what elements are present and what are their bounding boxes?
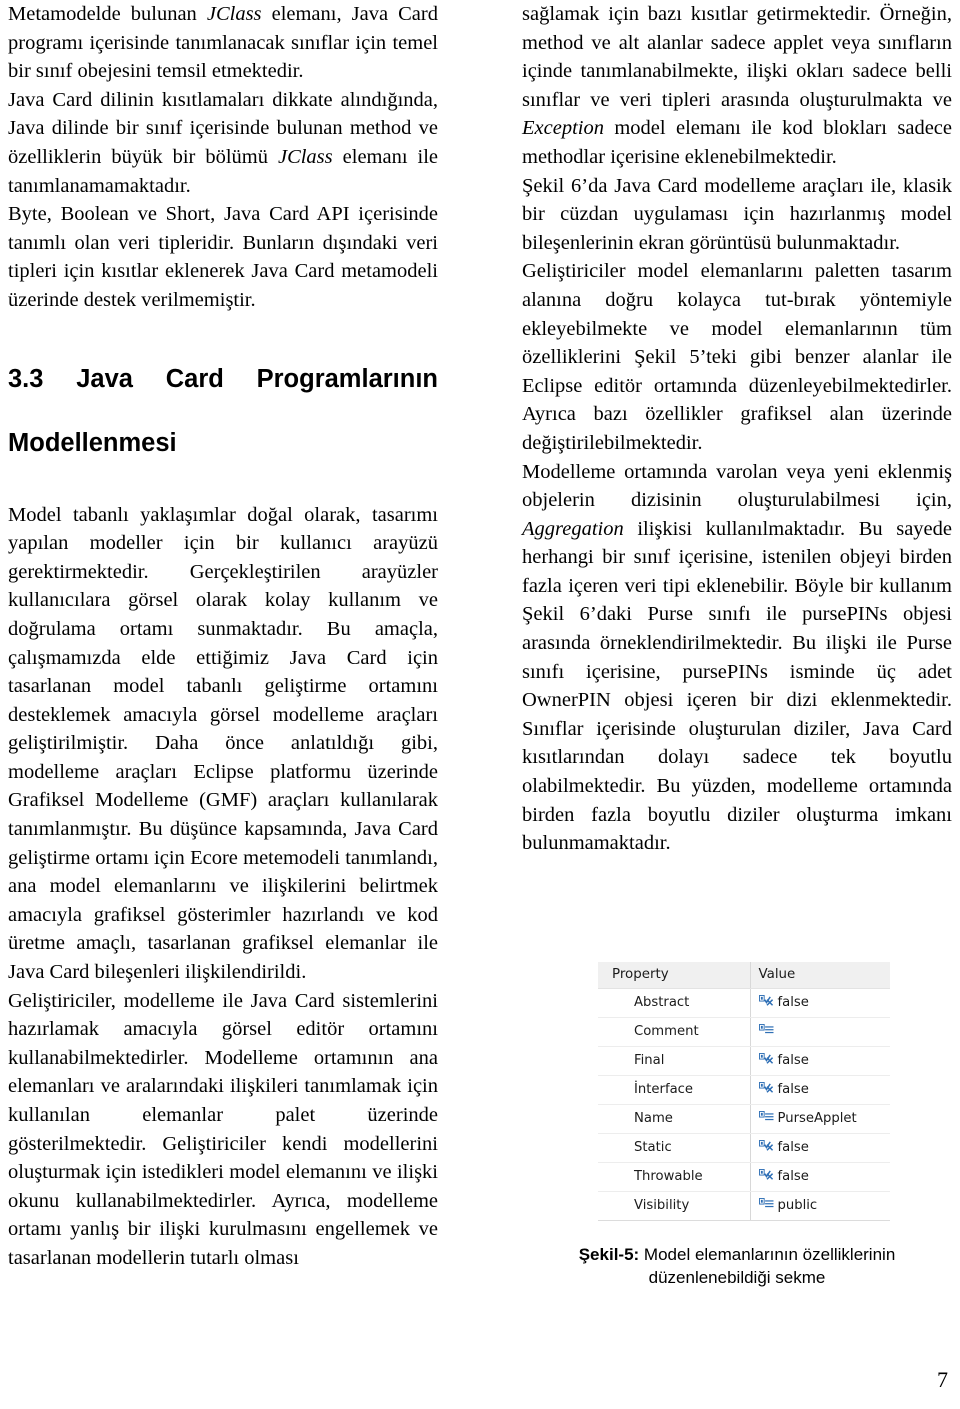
emphasis-term: Aggregation (522, 517, 624, 540)
text-property-icon (758, 1198, 774, 1212)
property-name-cell: Comment (598, 1017, 750, 1047)
text-run: Byte, Boolean ve Short, Java Card API iç… (8, 203, 438, 311)
property-table-body: Abstract false Comment Final false İnterface f… (598, 988, 890, 1221)
boolean-property-icon (758, 1082, 774, 1096)
property-row[interactable]: Static false (598, 1133, 890, 1163)
text-run: Model tabanlı yaklaşımlar doğal olarak, … (8, 503, 438, 984)
boolean-property-icon (758, 1053, 774, 1067)
property-row[interactable]: İnterface false (598, 1075, 890, 1105)
property-table: Property Value Abstract false Comment Final… (598, 962, 890, 1221)
property-name-cell: Visibility (598, 1191, 750, 1221)
column-header-property: Property (598, 962, 750, 989)
property-name-cell: Abstract (598, 988, 750, 1018)
figure-caption-text: Model elemanlarının özelliklerinin düzen… (639, 1245, 896, 1287)
text-property-icon (758, 1024, 774, 1038)
boolean-property-icon (758, 1082, 773, 1093)
text-run: Geliştiriciler model elemanlarını palett… (522, 260, 952, 454)
boolean-property-icon (758, 1053, 773, 1064)
property-value-text: false (777, 1053, 809, 1068)
text-property-icon (758, 1024, 773, 1034)
property-row[interactable]: Comment (598, 1017, 890, 1047)
property-value-cell[interactable]: false (749, 1133, 890, 1163)
section-heading-line-1: 3.3 Java Card Programlarının (8, 364, 438, 393)
property-value-text: false (777, 1082, 809, 1097)
property-value-text: false (777, 1169, 809, 1184)
left-text-column: Metamodelde bulunan JClass elemanı, Java… (8, 0, 438, 1273)
text-run: Metamodelde bulunan (8, 3, 207, 25)
right-text-column: sağlamak için bazı kısıtlar getirmektedi… (522, 0, 952, 858)
paragraph-3: Byte, Boolean ve Short, Java Card API iç… (8, 200, 438, 314)
property-name-cell: Name (598, 1104, 750, 1134)
boolean-property-icon (758, 1169, 773, 1180)
property-name-cell: Throwable (598, 1162, 750, 1192)
property-value-cell[interactable]: false (749, 1046, 890, 1076)
text-run: Modelleme ortamında varolan veya yeni ek… (522, 460, 952, 512)
property-value-cell[interactable]: public (749, 1191, 890, 1221)
paragraph-9: Modelleme ortamında varolan veya yeni ek… (522, 458, 952, 858)
property-value-text: PurseApplet (777, 1111, 857, 1126)
property-value-cell[interactable]: PurseApplet (749, 1104, 890, 1134)
property-row[interactable]: Final false (598, 1046, 890, 1076)
boolean-property-icon (758, 1140, 774, 1154)
property-value-cell[interactable] (749, 1017, 890, 1047)
section-heading-wrapper: 3.3 Java Card Programlarının Modellenmes… (8, 363, 438, 459)
paragraph-8: Geliştiriciler model elemanlarını palett… (522, 257, 952, 457)
text-run: sağlamak için bazı kısıtlar getirmektedi… (522, 3, 952, 111)
property-row[interactable]: Throwable false (598, 1162, 890, 1192)
property-table-header: Property Value (598, 962, 890, 989)
paragraph-6: sağlamak için bazı kısıtlar getirmektedi… (522, 0, 952, 172)
boolean-property-icon (758, 995, 774, 1009)
boolean-property-icon (758, 1169, 774, 1183)
text-property-icon (758, 1198, 773, 1208)
boolean-property-icon (758, 1140, 773, 1151)
text-property-icon (758, 1111, 773, 1121)
property-name-cell: Final (598, 1046, 750, 1076)
property-row[interactable]: Visibility public (598, 1191, 890, 1221)
property-value-text: false (777, 1140, 809, 1155)
boolean-property-icon (758, 995, 773, 1006)
section-heading-line-2: Modellenmesi (8, 428, 177, 457)
figure-5: Property Value Abstract false Comment Final… (522, 962, 952, 1289)
document-page: Metamodelde bulunan JClass elemanı, Java… (0, 0, 960, 1409)
property-name-cell: Static (598, 1133, 750, 1163)
paragraph-2: Java Card dilinin kısıtlamaları dikkate … (8, 86, 438, 200)
property-value-text: public (777, 1198, 818, 1213)
text-property-icon (758, 1111, 774, 1125)
paragraph-1: Metamodelde bulunan JClass elemanı, Java… (8, 0, 438, 86)
property-value-cell[interactable]: false (749, 988, 890, 1018)
emphasis-term: JClass (206, 3, 262, 25)
figure-caption: Şekil-5: Model elemanlarının özellikleri… (522, 1243, 952, 1289)
paragraph-5: Geliştiriciler, modelleme ile Java Card … (8, 987, 438, 1273)
page-number: 7 (937, 1367, 948, 1392)
column-header-value: Value (749, 962, 890, 989)
text-run: Şekil 6’da Java Card modelleme araçları … (522, 174, 952, 254)
paragraph-4: Model tabanlı yaklaşımlar doğal olarak, … (8, 501, 438, 987)
table-header-row: Property Value (598, 962, 890, 989)
text-run: ilişkisi kullanılmaktadır. Bu sayede her… (522, 517, 952, 855)
property-row[interactable]: Name PurseApplet (598, 1104, 890, 1134)
property-row[interactable]: Abstract false (598, 988, 890, 1018)
property-value-cell[interactable]: false (749, 1075, 890, 1105)
emphasis-term: JClass (277, 145, 333, 168)
text-run: Geliştiriciler, modelleme ile Java Card … (8, 989, 438, 1269)
property-value-cell[interactable]: false (749, 1162, 890, 1192)
emphasis-term: Exception (522, 117, 604, 140)
figure-caption-label: Şekil-5: (578, 1245, 640, 1264)
paragraph-7: Şekil 6’da Java Card modelleme araçları … (522, 172, 952, 258)
property-value-text: false (777, 995, 809, 1010)
section-heading: 3.3 Java Card Programlarının Modellenmes… (8, 363, 438, 459)
property-name-cell: İnterface (598, 1075, 750, 1105)
